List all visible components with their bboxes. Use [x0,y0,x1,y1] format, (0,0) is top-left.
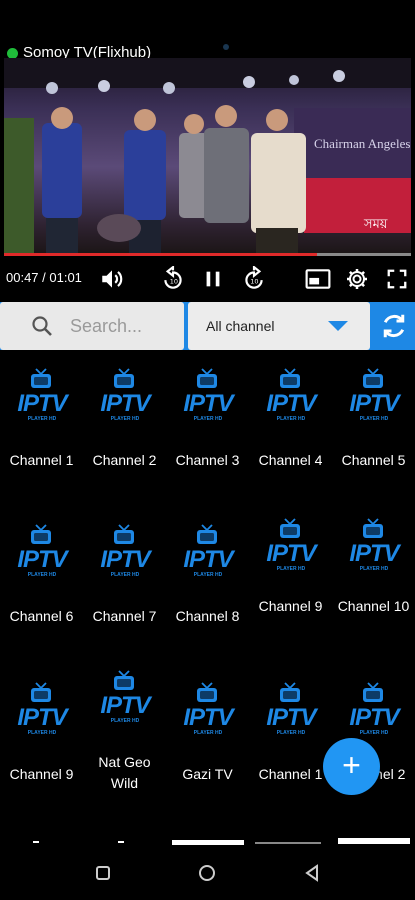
refresh-button[interactable] [372,302,415,350]
channel-name: Gazi TV [182,766,233,782]
add-button[interactable]: + [323,738,380,795]
back-icon[interactable] [304,864,320,882]
channel-name: Nat Geo Wild [98,754,151,791]
seek-bar[interactable] [4,253,411,256]
time-display: 00:47 / 01:01 [6,270,82,285]
scroll-indicators [33,838,410,845]
banner-text: Chairman Angeles [314,136,410,151]
pause-icon[interactable] [198,264,228,294]
forward-10-icon[interactable]: 10 [239,264,269,294]
player-controls: 00:47 / 01:01 10 10 [0,258,415,302]
refresh-icon [383,314,404,338]
video-player[interactable]: Chairman Angeles সময় [4,58,411,256]
channel-item[interactable]: IPTV PLAYER HD Channel 1 [249,352,332,840]
home-icon[interactable] [198,864,216,882]
iptv-logo-icon: IPTV PLAYER HD [180,680,236,738]
banner-sub: সময় [363,217,388,232]
system-nav-bar [0,847,415,900]
channel-name: Channel 9 [9,766,74,782]
fullscreen-icon[interactable] [382,264,412,294]
iptv-logo-icon: IPTV PLAYER HD [346,680,402,738]
search-icon [32,316,52,336]
svg-text:10: 10 [250,277,258,285]
channel-name: Channel 1 [258,766,323,782]
volume-icon[interactable] [97,264,127,294]
seek-progress [4,253,318,256]
category-selected: All channel [206,318,275,334]
svg-text:10: 10 [170,277,178,285]
channel-item[interactable]: IPTV PLAYER HD Nat Geo Wild [83,352,166,840]
pip-icon[interactable] [303,264,333,294]
channel-item[interactable]: IPTV PLAYER HD Gazi TV [166,352,249,840]
recent-apps-icon[interactable] [95,865,111,881]
plus-icon: + [342,747,361,783]
settings-icon[interactable] [342,264,372,294]
iptv-logo-icon: IPTV PLAYER HD [263,680,319,738]
video-frame: Chairman Angeles সময় [4,58,411,256]
iptv-logo-icon: IPTV PLAYER HD [97,668,153,726]
chevron-down-icon [328,321,348,331]
channel-item[interactable]: IPTV PLAYER HD Channel 9 [0,352,83,840]
search-input[interactable] [70,313,180,339]
iptv-logo-icon: IPTV PLAYER HD [14,680,70,738]
rewind-10-icon[interactable]: 10 [158,264,188,294]
camera-notch [223,44,229,50]
